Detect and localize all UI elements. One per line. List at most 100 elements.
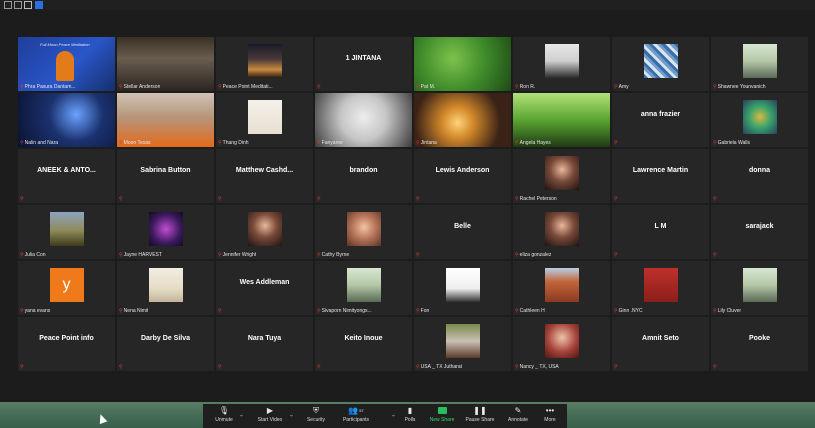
participant-tile-nancy-tx-usa[interactable]: ⚲ Nancy _ TX, USA <box>513 317 610 371</box>
participant-tile-keito-inoue[interactable]: Keito Inoue ⚲ <box>315 317 412 371</box>
participant-name: Fon <box>420 308 430 314</box>
participant-name-label: ⚲ Julia Con <box>20 252 46 258</box>
participant-name: Fanyaree <box>321 140 343 146</box>
participant-tile-sabrina-button[interactable]: Sabrina Button ⚲ <box>117 149 214 203</box>
start-video-button[interactable]: ▶ Start Video <box>253 404 287 428</box>
more-button[interactable]: ••• More <box>533 404 567 428</box>
participants-button[interactable]: 👥57 Participants <box>339 404 373 428</box>
participant-tile-moon-texas[interactable]: ⚲ Moon Texas <box>117 93 214 147</box>
participant-tile-nara-tuya[interactable]: Nara Tuya ⚲ <box>216 317 313 371</box>
mic-muted-icon: ⚲ <box>20 140 24 146</box>
participant-tile-aneek-anto[interactable]: ANEEK & ANTO... ⚲ <box>18 149 115 203</box>
grid-icon[interactable] <box>4 1 12 9</box>
participant-tile-nena-nimit[interactable]: ⚲ Nena Nimit <box>117 261 214 315</box>
participant-display-name: Pooke <box>748 335 770 342</box>
participant-name: Cathy Byrne <box>321 252 350 258</box>
participant-tile-rachel-peterson[interactable]: ⚲ Rachel Peterson <box>513 149 610 203</box>
participant-tile-thang-dinh[interactable]: ⚲ Thang Dinh <box>216 93 313 147</box>
participant-name-label: ⚲ Ron R. <box>515 84 535 90</box>
mic-muted-icon: ⚲ <box>416 196 420 202</box>
participant-name-label: ⚲ Thang Dinh <box>218 140 249 146</box>
participant-tile-donna[interactable]: donna ⚲ <box>711 149 808 203</box>
window-icon[interactable] <box>24 1 32 9</box>
participant-name: Thang Dinh <box>222 140 249 146</box>
participant-tile-pat-m[interactable]: ⚲ Pat M. <box>414 37 511 91</box>
participant-name: Ron R. <box>519 84 536 90</box>
participant-tile-fon[interactable]: ⚲ Fon <box>414 261 511 315</box>
participant-tile-amy[interactable]: ⚲ Amy <box>612 37 709 91</box>
participant-display-name: Lawrence Martin <box>632 167 689 174</box>
participant-name-label: ⚲ Shawnee Younvanich <box>713 84 766 90</box>
mic-muted-icon: ⚲ <box>515 84 519 90</box>
participant-tile-sivaporn-nimityongs[interactable]: ⚲ Sivaporn Nimityongs... <box>315 261 412 315</box>
people-icon: 👥57 <box>348 406 364 415</box>
participant-tile-jayne-harvest[interactable]: ⚲ Jayne HARVEST <box>117 205 214 259</box>
mic-muted-icon: ⚲ <box>515 140 519 146</box>
participant-tile-l-m[interactable]: L M ⚲ <box>612 205 709 259</box>
participant-tile-angela-hayes[interactable]: ⚲ Angela Hayes <box>513 93 610 147</box>
participant-name-label: ⚲ Jennifer Wright <box>218 252 256 258</box>
profile-picture <box>247 100 282 134</box>
participant-display-name: 1 JINTANA <box>345 55 382 62</box>
participant-name-label: ⚲ Fanyaree <box>317 140 343 146</box>
participant-tile-gabriela-walls[interactable]: ⚲ Gabriela Walls <box>711 93 808 147</box>
participant-tile-nalin-and-nara[interactable]: ⚲ Nalin and Nara <box>18 93 115 147</box>
participant-tile-cathy-byrne[interactable]: ⚲ Cathy Byrne <box>315 205 412 259</box>
profile-picture <box>49 212 84 246</box>
mic-muted-icon: ⚲ <box>416 252 420 258</box>
participant-tile-peace-point-meditati[interactable]: ⚲ Peace Point Meditati... <box>216 37 313 91</box>
mic-muted-icon: ⚲ <box>119 84 123 90</box>
polls-button[interactable]: ▮ Polls <box>393 404 427 428</box>
participant-tile-phra-pasura-dantam[interactable]: Full Moon Peace Meditation ⚲ Phra Pasura D… <box>18 37 115 91</box>
participant-tile-ginn-nyc[interactable]: ⚲ Ginn .NYC <box>612 261 709 315</box>
participant-tile-peace-point-info[interactable]: Peace Point info ⚲ <box>18 317 115 371</box>
window-topbar <box>0 0 815 10</box>
participant-display-name: Peace Point info <box>39 335 94 342</box>
participant-name: Lily Cluver <box>717 308 742 314</box>
participant-tile-lawrence-martin[interactable]: Lawrence Martin ⚲ <box>612 149 709 203</box>
profile-picture <box>544 44 579 78</box>
chevron-down-icon[interactable]: ⌃ <box>239 410 244 417</box>
participant-tile-jintana[interactable]: ⚲ Jintana <box>414 93 511 147</box>
participant-tile-usa-tx-jutharat[interactable]: ⚲ USA _ TX Jutharat <box>414 317 511 371</box>
participant-tile-ron-r[interactable]: ⚲ Ron R. <box>513 37 610 91</box>
participant-tile-stellar-anderson[interactable]: ⚲ Stellar Anderson <box>117 37 214 91</box>
participant-tile-fanyaree[interactable]: ⚲ Fanyaree <box>315 93 412 147</box>
participant-name: Gabriela Walls <box>717 140 750 146</box>
participant-tile-lewis-anderson[interactable]: Lewis Anderson ⚲ <box>414 149 511 203</box>
participant-tile-sarajack[interactable]: sarajack ⚲ <box>711 205 808 259</box>
profile-picture <box>445 268 480 302</box>
participant-tile-lily-cluver[interactable]: ⚲ Lily Cluver <box>711 261 808 315</box>
mic-muted-icon: ⚲ <box>119 140 123 146</box>
mic-muted-icon: ⚲ <box>317 140 321 146</box>
new-share-button[interactable]: New Share <box>425 404 459 428</box>
participant-tile-darby-de-silva[interactable]: Darby De Silva ⚲ <box>117 317 214 371</box>
participant-tile-jennifer-wright[interactable]: ⚲ Jennifer Wright <box>216 205 313 259</box>
participant-display-name: Darby De Silva <box>140 335 191 342</box>
participant-tile-eliza-gonzalez[interactable]: ⚲ eliza gonzalez <box>513 205 610 259</box>
participant-tile-anna-frazier[interactable]: anna frazier ⚲ <box>612 93 709 147</box>
participant-tile-wes-addleman[interactable]: Wes Addleman ⚲ <box>216 261 313 315</box>
participant-tile-1-jintana[interactable]: 1 JINTANA ⚲ <box>315 37 412 91</box>
participant-tile-yana-evans[interactable]: y ⚲ yana evans <box>18 261 115 315</box>
participant-tile-julia-con[interactable]: ⚲ Julia Con <box>18 205 115 259</box>
participant-tile-matthew-cashd[interactable]: Matthew Cashd... ⚲ <box>216 149 313 203</box>
participant-tile-pooke[interactable]: Pooke ⚲ <box>711 317 808 371</box>
pause-share-button[interactable]: ❚❚ Pause Share <box>463 404 497 428</box>
window-icon[interactable] <box>14 1 22 9</box>
participant-tile-brandon[interactable]: brandon ⚲ <box>315 149 412 203</box>
participant-name: Ginn .NYC <box>618 308 643 314</box>
chevron-down-icon[interactable]: ⌃ <box>289 410 294 417</box>
participant-tile-cathleen-h[interactable]: ⚲ Cathleen H <box>513 261 610 315</box>
mic-muted-icon: ⚲ <box>218 140 222 146</box>
participant-name: Phra Pasura Dantam... <box>24 84 76 90</box>
unmute-button[interactable]: 🎙 Unmute <box>207 404 241 428</box>
participant-tile-belle[interactable]: Belle ⚲ <box>414 205 511 259</box>
security-button[interactable]: ⛨ Security <box>299 404 333 428</box>
participant-display-name: ANEEK & ANTO... <box>37 167 96 174</box>
annotate-button[interactable]: ✎ Annotate <box>501 404 535 428</box>
participant-tile-shawnee-younvanich[interactable]: ⚲ Shawnee Younvanich <box>711 37 808 91</box>
participant-tile-amnit-seto[interactable]: Amnit Seto ⚲ <box>612 317 709 371</box>
participant-name-label: ⚲ Moon Texas <box>119 140 151 146</box>
blue-square-icon[interactable] <box>35 1 43 9</box>
